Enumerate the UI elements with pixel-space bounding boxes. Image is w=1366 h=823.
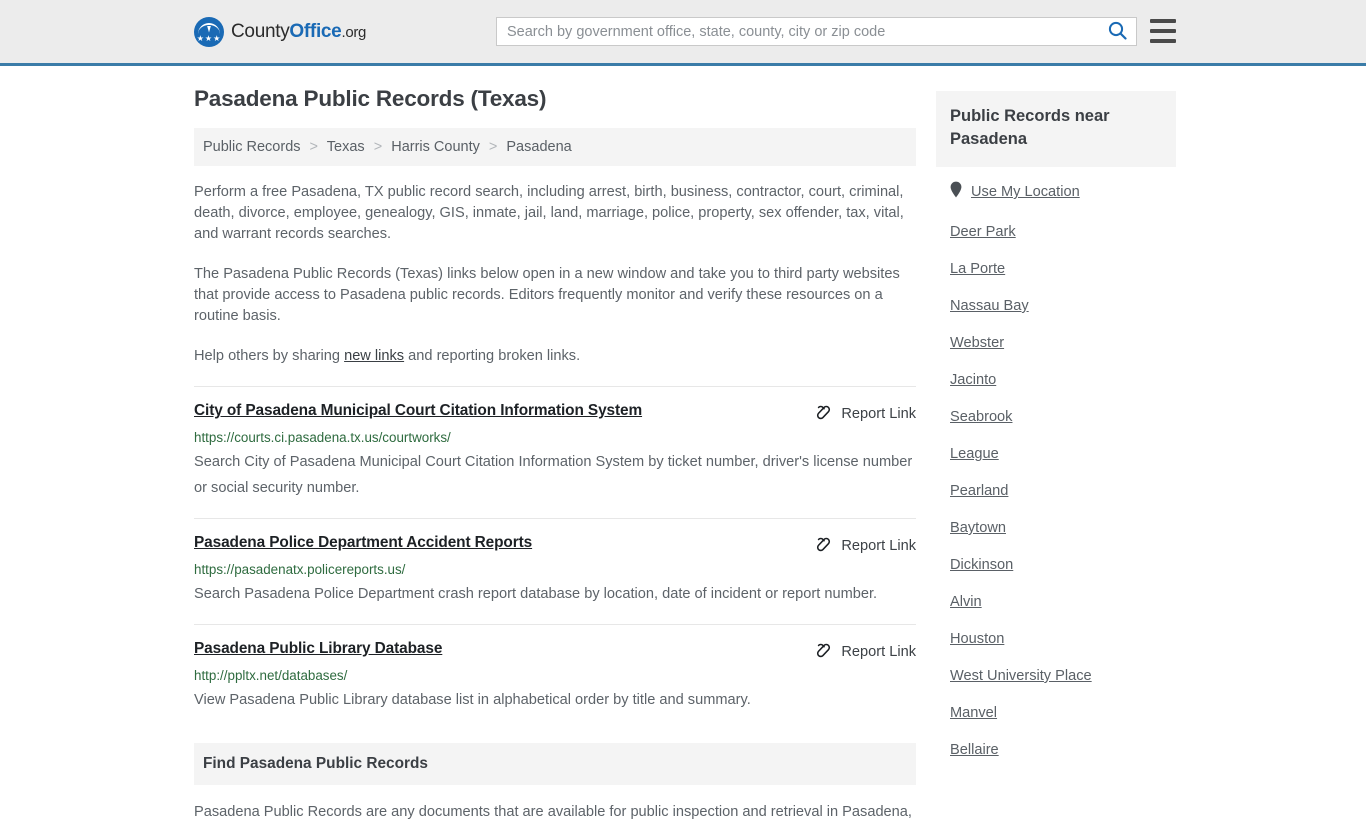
sidebar-item-la-porte[interactable]: La Porte xyxy=(950,261,1176,277)
result-item: Pasadena Police Department Accident Repo… xyxy=(194,518,916,621)
sidebar-link[interactable]: La Porte xyxy=(950,261,1005,277)
sidebar-item-pearland[interactable]: Pearland xyxy=(950,483,1176,499)
sidebar-link[interactable]: Dickinson xyxy=(950,557,1013,573)
sidebar-link[interactable]: Bellaire xyxy=(950,742,999,758)
breadcrumb-separator: > xyxy=(488,139,498,155)
result-url[interactable]: https://courts.ci.pasadena.tx.us/courtwo… xyxy=(194,430,916,445)
result-title-link[interactable]: Pasadena Police Department Accident Repo… xyxy=(194,534,532,552)
search-button[interactable] xyxy=(1098,18,1136,45)
result-description: Search City of Pasadena Municipal Court … xyxy=(194,454,913,496)
report-link-label: Report Link xyxy=(841,405,916,422)
site-header: ★★★ CountyOffice.org xyxy=(0,0,1366,66)
sidebar-link[interactable]: Jacinto xyxy=(950,372,996,388)
section-heading-find-records: Find Pasadena Public Records xyxy=(194,743,916,785)
breadcrumb-item-pasadena: Pasadena xyxy=(506,139,572,155)
sidebar-item-jacinto[interactable]: Jacinto xyxy=(950,372,1176,388)
result-url[interactable]: https://pasadenatx.policereports.us/ xyxy=(194,562,916,577)
sidebar-link[interactable]: Seabrook xyxy=(950,409,1012,425)
sidebar-item-league[interactable]: League xyxy=(950,446,1176,462)
broken-link-icon xyxy=(815,535,832,556)
breadcrumb: Public Records > Texas > Harris County >… xyxy=(194,128,916,166)
sidebar-link[interactable]: Manvel xyxy=(950,705,997,721)
report-link-button[interactable]: Report Link xyxy=(815,535,916,556)
result-title-link[interactable]: City of Pasadena Municipal Court Citatio… xyxy=(194,402,642,420)
hamburger-menu-icon xyxy=(1150,19,1176,23)
report-link-label: Report Link xyxy=(841,643,916,660)
eagle-shield-logo-icon: ★★★ xyxy=(194,16,224,47)
sidebar-link[interactable]: League xyxy=(950,446,999,462)
main-content: Pasadena Public Records (Texas) Public R… xyxy=(194,86,916,823)
broken-link-icon xyxy=(815,403,832,424)
sidebar-item-dickinson[interactable]: Dickinson xyxy=(950,557,1176,573)
sidebar-item-baytown[interactable]: Baytown xyxy=(950,520,1176,536)
report-link-button[interactable]: Report Link xyxy=(815,403,916,424)
report-link-label: Report Link xyxy=(841,537,916,554)
intro-paragraph-1: Perform a free Pasadena, TX public recor… xyxy=(194,184,904,242)
section-body-text: Pasadena Public Records are any document… xyxy=(194,804,912,820)
report-link-button[interactable]: Report Link xyxy=(815,641,916,662)
sidebar-link[interactable]: Webster xyxy=(950,335,1004,351)
new-links-link[interactable]: new links xyxy=(344,348,404,364)
logo-text-part3: .org xyxy=(341,23,367,41)
sidebar-item-west-university-place[interactable]: West University Place xyxy=(950,668,1176,684)
sidebar-item-nassau-bay[interactable]: Nassau Bay xyxy=(950,298,1176,314)
breadcrumb-separator: > xyxy=(309,139,319,155)
intro-paragraph-2: The Pasadena Public Records (Texas) link… xyxy=(194,266,900,324)
result-header: City of Pasadena Municipal Court Citatio… xyxy=(194,402,916,424)
result-item: Pasadena Public Library Database Report … xyxy=(194,624,916,727)
sidebar-item-bellaire[interactable]: Bellaire xyxy=(950,742,1176,758)
use-my-location-link[interactable]: Use My Location xyxy=(971,184,1080,200)
sidebar-item-houston[interactable]: Houston xyxy=(950,631,1176,647)
share-text-after: and reporting broken links. xyxy=(404,348,581,364)
sidebar-item-use-my-location[interactable]: Use My Location xyxy=(950,181,1176,203)
page-body: Pasadena Public Records (Texas) Public R… xyxy=(0,66,1366,823)
search-icon xyxy=(1108,21,1127,43)
logo-text-part1: County xyxy=(231,20,290,42)
sidebar: Public Records near Pasadena Use My Loca… xyxy=(936,86,1176,823)
sidebar-link[interactable]: Nassau Bay xyxy=(950,298,1029,314)
sidebar-link[interactable]: West University Place xyxy=(950,668,1092,684)
map-pin-icon xyxy=(950,181,962,203)
result-header: Pasadena Police Department Accident Repo… xyxy=(194,534,916,556)
intro-paragraph-3: Help others by sharing new links and rep… xyxy=(194,346,916,367)
hamburger-menu-button[interactable] xyxy=(1150,19,1176,43)
sidebar-item-manvel[interactable]: Manvel xyxy=(950,705,1176,721)
share-text-before: Help others by sharing xyxy=(194,348,345,364)
breadcrumb-item-public-records[interactable]: Public Records xyxy=(203,139,301,155)
breadcrumb-item-texas[interactable]: Texas xyxy=(327,139,365,155)
broken-link-icon xyxy=(815,641,832,662)
page-title: Pasadena Public Records (Texas) xyxy=(194,86,547,111)
logo-text-part2: Office xyxy=(289,20,342,42)
sidebar-link[interactable]: Deer Park xyxy=(950,224,1016,240)
sidebar-item-alvin[interactable]: Alvin xyxy=(950,594,1176,610)
result-description: Search Pasadena Police Department crash … xyxy=(194,586,878,602)
breadcrumb-separator: > xyxy=(373,139,383,155)
sidebar-item-seabrook[interactable]: Seabrook xyxy=(950,409,1176,425)
search-input[interactable] xyxy=(497,23,1098,40)
search-bar xyxy=(496,17,1137,46)
site-logo[interactable]: ★★★ CountyOffice.org xyxy=(194,16,366,47)
result-description: View Pasadena Public Library database li… xyxy=(194,692,751,708)
sidebar-nearby-list: Use My Location Deer Park La Porte Nassa… xyxy=(936,167,1176,758)
sidebar-link[interactable]: Alvin xyxy=(950,594,982,610)
sidebar-item-deer-park[interactable]: Deer Park xyxy=(950,224,1176,240)
breadcrumb-item-harris-county[interactable]: Harris County xyxy=(391,139,480,155)
logo-text: CountyOffice.org xyxy=(231,21,366,43)
result-url[interactable]: http://ppltx.net/databases/ xyxy=(194,668,916,683)
sidebar-item-webster[interactable]: Webster xyxy=(950,335,1176,351)
result-header: Pasadena Public Library Database Report … xyxy=(194,640,916,662)
sidebar-link[interactable]: Baytown xyxy=(950,520,1006,536)
sidebar-link[interactable]: Houston xyxy=(950,631,1004,647)
sidebar-heading: Public Records near Pasadena xyxy=(936,91,1176,167)
result-item: City of Pasadena Municipal Court Citatio… xyxy=(194,386,916,515)
result-title-link[interactable]: Pasadena Public Library Database xyxy=(194,640,442,658)
sidebar-link[interactable]: Pearland xyxy=(950,483,1008,499)
